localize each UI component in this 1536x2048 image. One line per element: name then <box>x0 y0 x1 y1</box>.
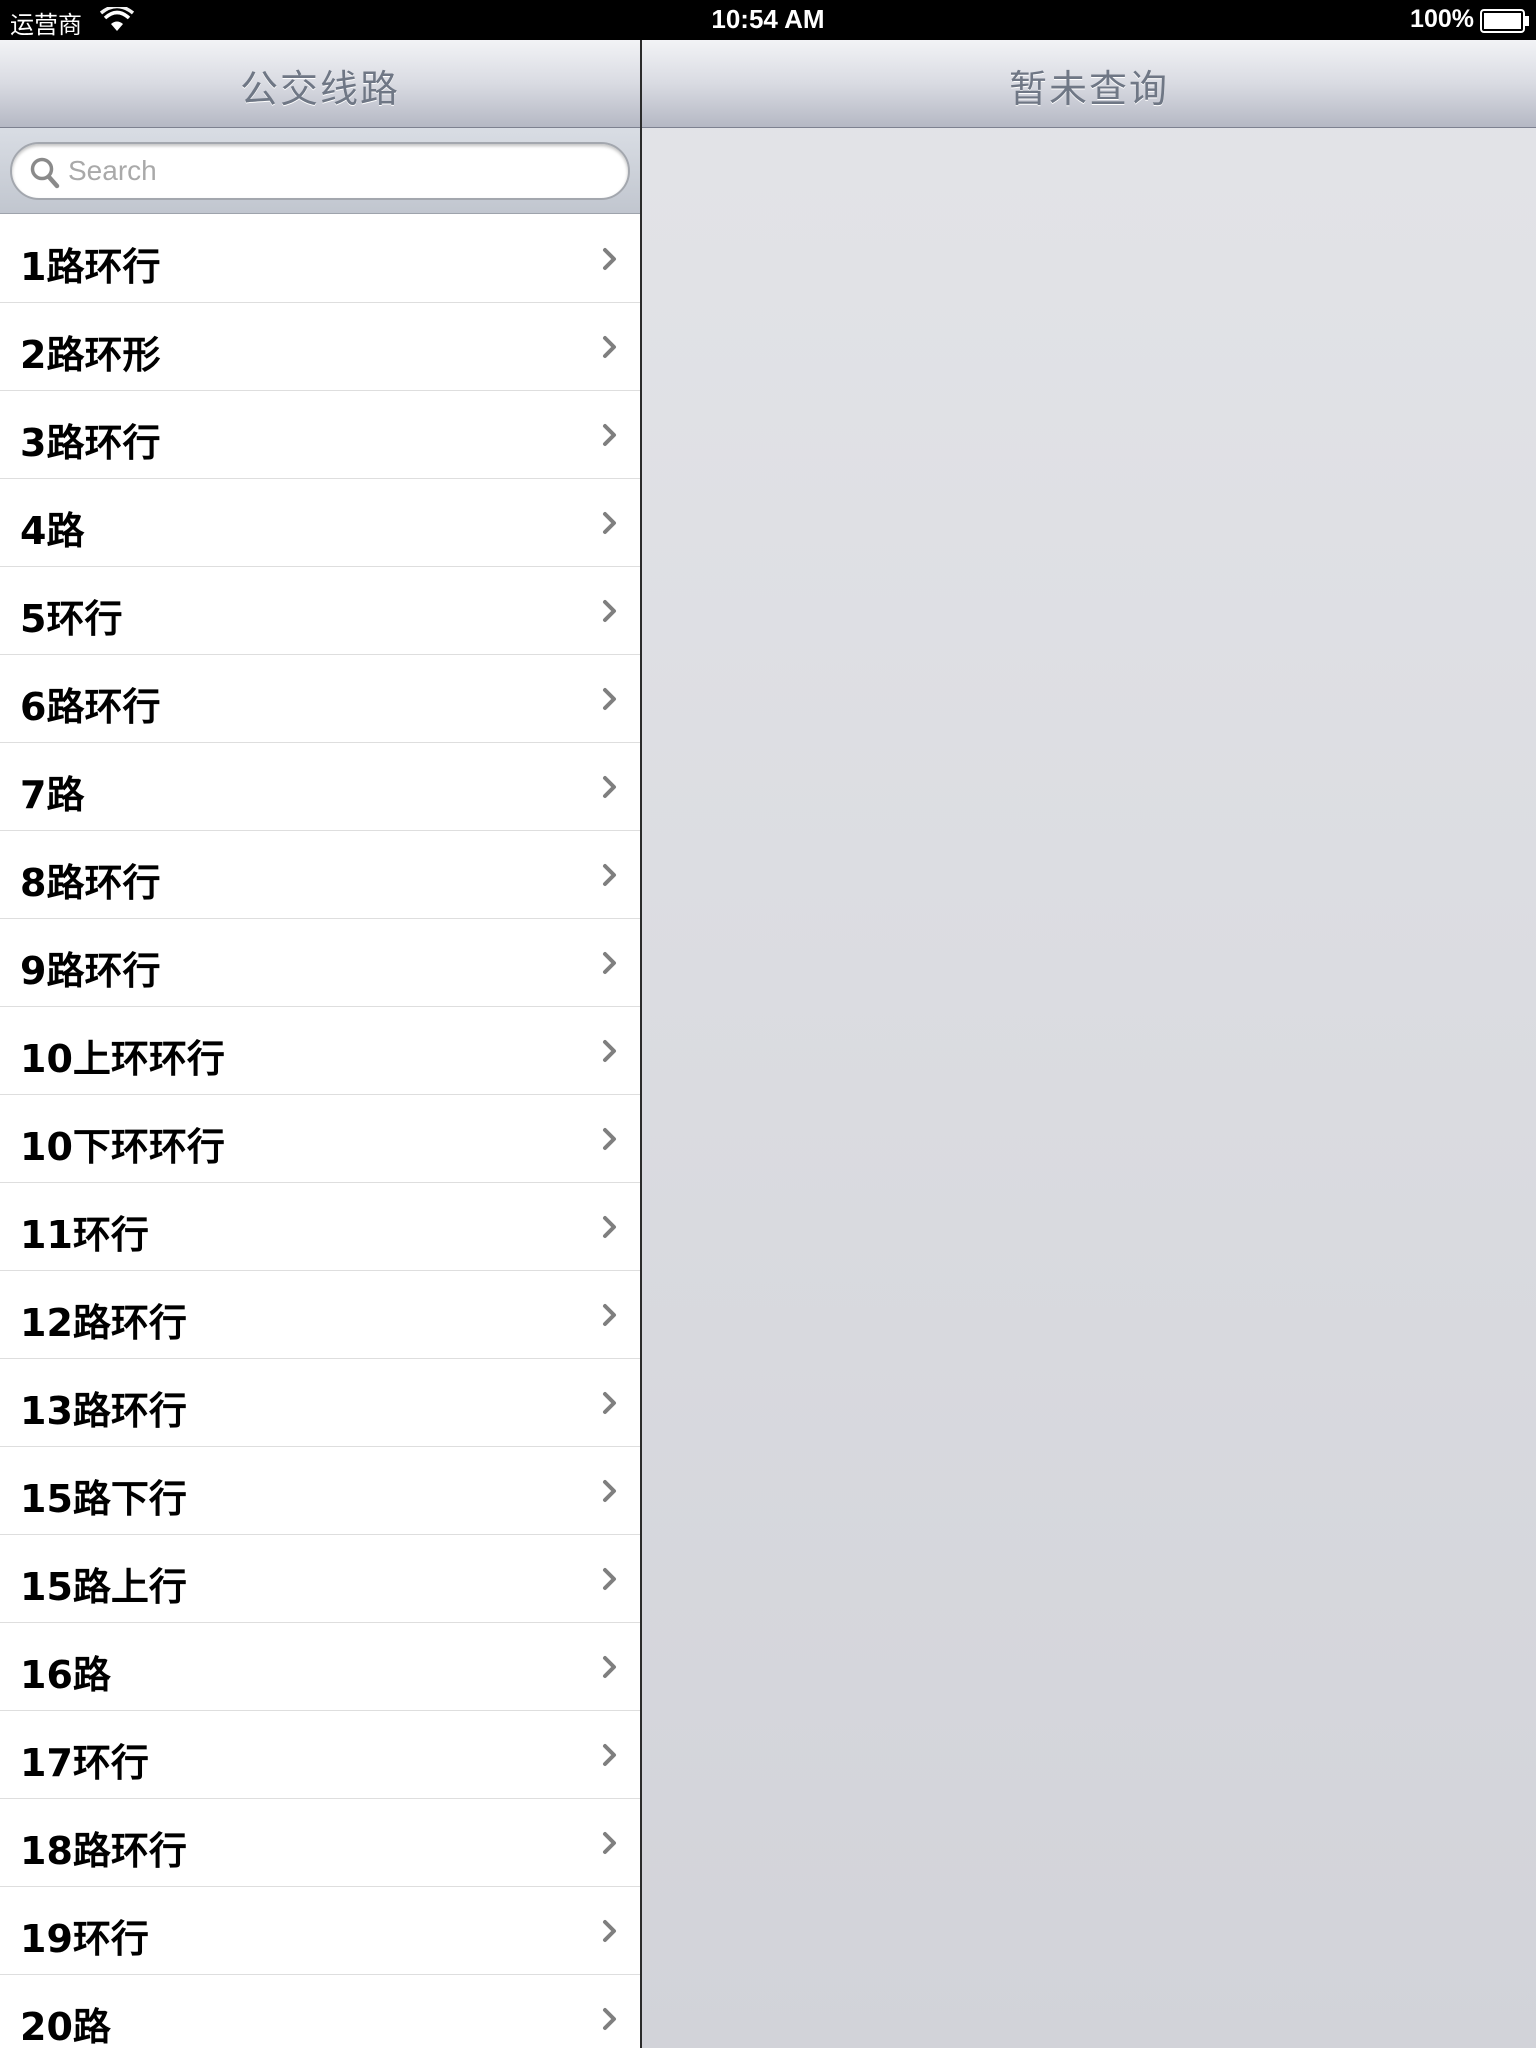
route-list-item[interactable]: 5环行 <box>0 567 640 655</box>
route-label: 8路环行 <box>20 861 161 905</box>
route-list-item[interactable]: 20路 <box>0 1975 640 2048</box>
chevron-right-icon <box>602 687 618 716</box>
route-label: 12路环行 <box>20 1301 187 1345</box>
chevron-right-icon <box>602 247 618 276</box>
route-label: 20路 <box>20 2005 111 2048</box>
route-list-item[interactable]: 9路环行 <box>0 919 640 1007</box>
chevron-right-icon <box>602 599 618 628</box>
status-time: 10:54 AM <box>711 4 825 34</box>
chevron-right-icon <box>602 863 618 892</box>
route-label: 19环行 <box>20 1917 149 1961</box>
route-label: 11环行 <box>20 1213 149 1257</box>
route-label: 15路上行 <box>20 1565 187 1609</box>
chevron-right-icon <box>602 1039 618 1068</box>
route-label: 16路 <box>20 1653 111 1697</box>
chevron-right-icon <box>602 1567 618 1596</box>
route-list-item[interactable]: 7路 <box>0 743 640 831</box>
search-icon <box>30 157 60 194</box>
route-list-item[interactable]: 13路环行 <box>0 1359 640 1447</box>
route-list-item[interactable]: 3路环行 <box>0 391 640 479</box>
route-label: 10下环环行 <box>20 1125 225 1169</box>
route-label: 18路环行 <box>20 1829 187 1873</box>
route-list-item[interactable]: 11环行 <box>0 1183 640 1271</box>
chevron-right-icon <box>602 1831 618 1860</box>
search-field[interactable] <box>10 142 630 200</box>
route-list-item[interactable]: 18路环行 <box>0 1799 640 1887</box>
chevron-right-icon <box>602 1215 618 1244</box>
master-title: 公交线路 <box>239 67 400 111</box>
battery-percentage: 100% <box>1410 5 1474 33</box>
search-input[interactable] <box>68 152 608 190</box>
route-list-item[interactable]: 16路 <box>0 1623 640 1711</box>
route-label: 7路 <box>20 773 85 817</box>
route-list-item[interactable]: 15路下行 <box>0 1447 640 1535</box>
route-list-item[interactable]: 6路环行 <box>0 655 640 743</box>
route-label: 5环行 <box>20 597 123 641</box>
chevron-right-icon <box>602 1743 618 1772</box>
chevron-right-icon <box>602 2007 618 2036</box>
route-list-item[interactable]: 10上环环行 <box>0 1007 640 1095</box>
route-label: 6路环行 <box>20 685 161 729</box>
detail-navbar: 暂未查询 <box>642 40 1536 128</box>
route-list-item[interactable]: 17环行 <box>0 1711 640 1799</box>
route-list-item[interactable]: 19环行 <box>0 1887 640 1975</box>
route-list-item[interactable]: 4路 <box>0 479 640 567</box>
route-list-item[interactable]: 2路环形 <box>0 303 640 391</box>
chevron-right-icon <box>602 775 618 804</box>
chevron-right-icon <box>602 1655 618 1684</box>
battery-icon <box>1480 9 1530 38</box>
chevron-right-icon <box>602 1303 618 1332</box>
chevron-right-icon <box>602 1127 618 1156</box>
chevron-right-icon <box>602 1479 618 1508</box>
route-label: 9路环行 <box>20 949 161 993</box>
route-label: 13路环行 <box>20 1389 187 1433</box>
route-list-item[interactable]: 10下环环行 <box>0 1095 640 1183</box>
route-list: 1路环行 2路环形 3路环行 4路 5环行 6路环行 7路 8路环行 9路环行 10上环环行 10下… <box>0 215 640 2048</box>
search-bar <box>0 128 640 214</box>
detail-title: 暂未查询 <box>1008 67 1169 111</box>
route-list-item[interactable]: 1路环行 <box>0 215 640 303</box>
status-bar: 运营商 10:54 AM 100% <box>0 0 1536 40</box>
route-label: 17环行 <box>20 1741 149 1785</box>
chevron-right-icon <box>602 511 618 540</box>
master-navbar: 公交线路 <box>0 40 640 128</box>
chevron-right-icon <box>602 1391 618 1420</box>
route-label: 4路 <box>20 509 85 553</box>
chevron-right-icon <box>602 951 618 980</box>
chevron-right-icon <box>602 1919 618 1948</box>
route-label: 15路下行 <box>20 1477 187 1521</box>
route-list-item[interactable]: 15路上行 <box>0 1535 640 1623</box>
chevron-right-icon <box>602 335 618 364</box>
route-list-item[interactable]: 8路环行 <box>0 831 640 919</box>
route-label: 10上环环行 <box>20 1037 225 1081</box>
route-label: 2路环形 <box>20 333 161 377</box>
detail-pane: 暂未查询 <box>642 40 1536 2048</box>
chevron-right-icon <box>602 423 618 452</box>
master-pane: 公交线路 1路环行 2路环形 3路环行 4路 5环行 6路环行 7路 8路环行 9路环行 10上环… <box>0 40 640 2048</box>
route-list-item[interactable]: 12路环行 <box>0 1271 640 1359</box>
route-label: 1路环行 <box>20 245 161 289</box>
route-label: 3路环行 <box>20 421 161 465</box>
